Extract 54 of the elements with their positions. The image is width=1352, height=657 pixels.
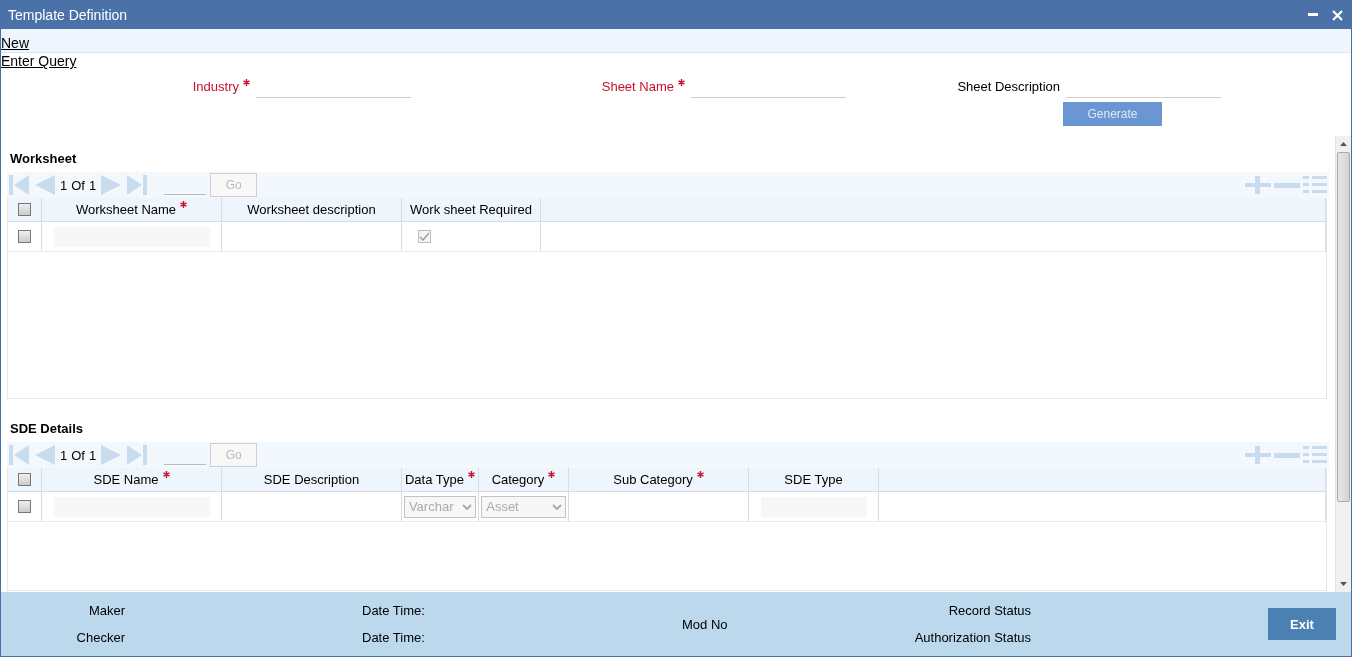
column-header: SDE Description	[263, 472, 360, 487]
column-header: Work sheet Required	[410, 202, 532, 217]
column-header: SDE Type	[784, 472, 843, 487]
page-total: 1	[88, 177, 97, 193]
footer-label: Maker	[88, 603, 125, 618]
scroll-down-icon[interactable]	[1340, 582, 1347, 586]
close-button[interactable]	[1332, 9, 1343, 21]
delete-row-icon[interactable]	[1274, 452, 1300, 458]
scrollbar[interactable]	[1335, 136, 1351, 592]
window-title: Template Definition	[8, 7, 129, 23]
next-page-icon[interactable]	[100, 445, 123, 465]
column-header: Worksheet description	[247, 202, 376, 217]
last-page-icon[interactable]	[126, 445, 149, 465]
delete-row-icon[interactable]	[1274, 182, 1300, 188]
last-page-icon[interactable]	[126, 175, 149, 195]
footer-label: Date Time:	[362, 603, 425, 618]
page-of: Of	[71, 447, 85, 463]
footer-label: Record Status	[948, 603, 1031, 618]
select-all-checkbox[interactable]	[18, 203, 31, 216]
footer-label: Mod No	[682, 616, 728, 632]
field-label: Sheet Description	[957, 79, 1060, 96]
field-label: Sheet Name	[601, 79, 674, 96]
scroll-up-icon[interactable]	[1340, 142, 1347, 146]
section-title: Worksheet	[9, 150, 78, 168]
footer-label: Checker	[76, 630, 125, 645]
column-header: SDE Name	[93, 472, 159, 487]
add-row-icon[interactable]	[1245, 446, 1271, 464]
column-header: Sub Category	[613, 472, 693, 487]
page-number: 1	[60, 177, 68, 193]
previous-page-icon[interactable]	[34, 445, 56, 465]
page-of: Of	[71, 177, 85, 193]
minimize-button[interactable]	[1308, 13, 1318, 17]
section-title: SDE Details	[9, 420, 84, 438]
first-page-icon[interactable]	[8, 175, 30, 195]
page-total: 1	[88, 447, 97, 463]
column-header: Worksheet Name	[75, 202, 177, 217]
list-icon[interactable]	[1303, 176, 1327, 194]
row-checkbox[interactable]	[18, 230, 31, 243]
field-label: Industry	[192, 79, 239, 96]
column-header: Data Type	[405, 472, 464, 487]
select-all-checkbox[interactable]	[18, 473, 31, 486]
footer-label: Authorization Status	[914, 630, 1031, 645]
enter-query-link[interactable]: Enter Query	[1, 53, 77, 70]
list-icon[interactable]	[1303, 446, 1327, 464]
next-page-icon[interactable]	[100, 175, 123, 195]
previous-page-icon[interactable]	[34, 175, 56, 195]
add-row-icon[interactable]	[1245, 176, 1271, 194]
row-checkbox[interactable]	[18, 500, 31, 513]
exit-button[interactable]: Exit	[1268, 608, 1336, 640]
new-link[interactable]: New	[1, 35, 29, 52]
first-page-icon[interactable]	[8, 445, 30, 465]
column-header: Category	[491, 472, 545, 487]
page-number: 1	[60, 447, 68, 463]
footer-label: Date Time:	[362, 630, 425, 645]
